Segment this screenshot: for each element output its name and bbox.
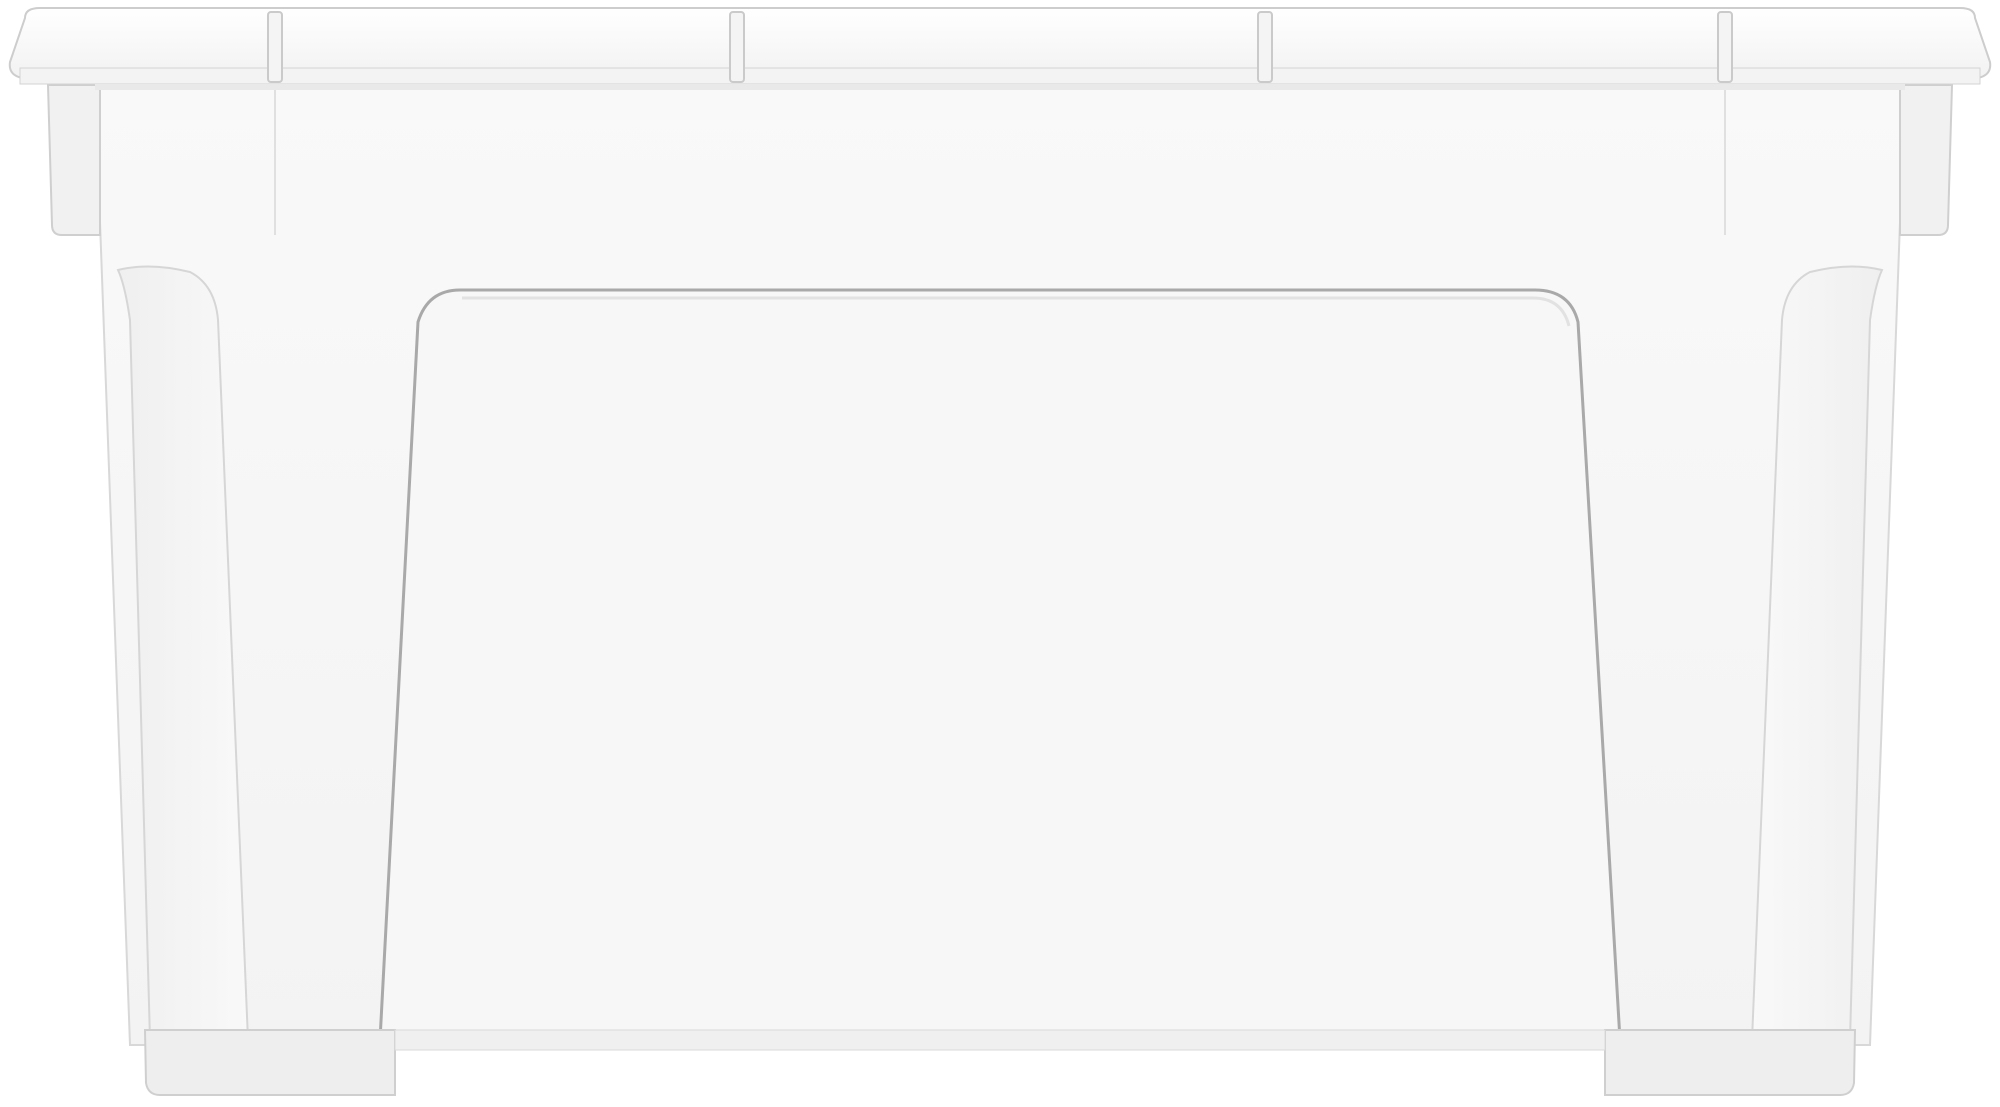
rim-shadow bbox=[95, 84, 1905, 90]
base-strip bbox=[394, 1029, 1606, 1051]
product-photo bbox=[0, 0, 2000, 1107]
left-handle bbox=[46, 84, 101, 236]
lid-rib bbox=[1717, 11, 1733, 83]
lid-rib bbox=[1257, 11, 1273, 83]
lid-rib bbox=[729, 11, 745, 83]
right-foot bbox=[1604, 1029, 1857, 1096]
right-handle bbox=[1899, 84, 1954, 236]
front-panel bbox=[378, 288, 1622, 1042]
left-foot bbox=[143, 1029, 396, 1096]
lid-rib bbox=[267, 11, 283, 83]
lid-rim bbox=[19, 67, 1981, 85]
storage-box-illustration bbox=[8, 7, 1992, 1096]
